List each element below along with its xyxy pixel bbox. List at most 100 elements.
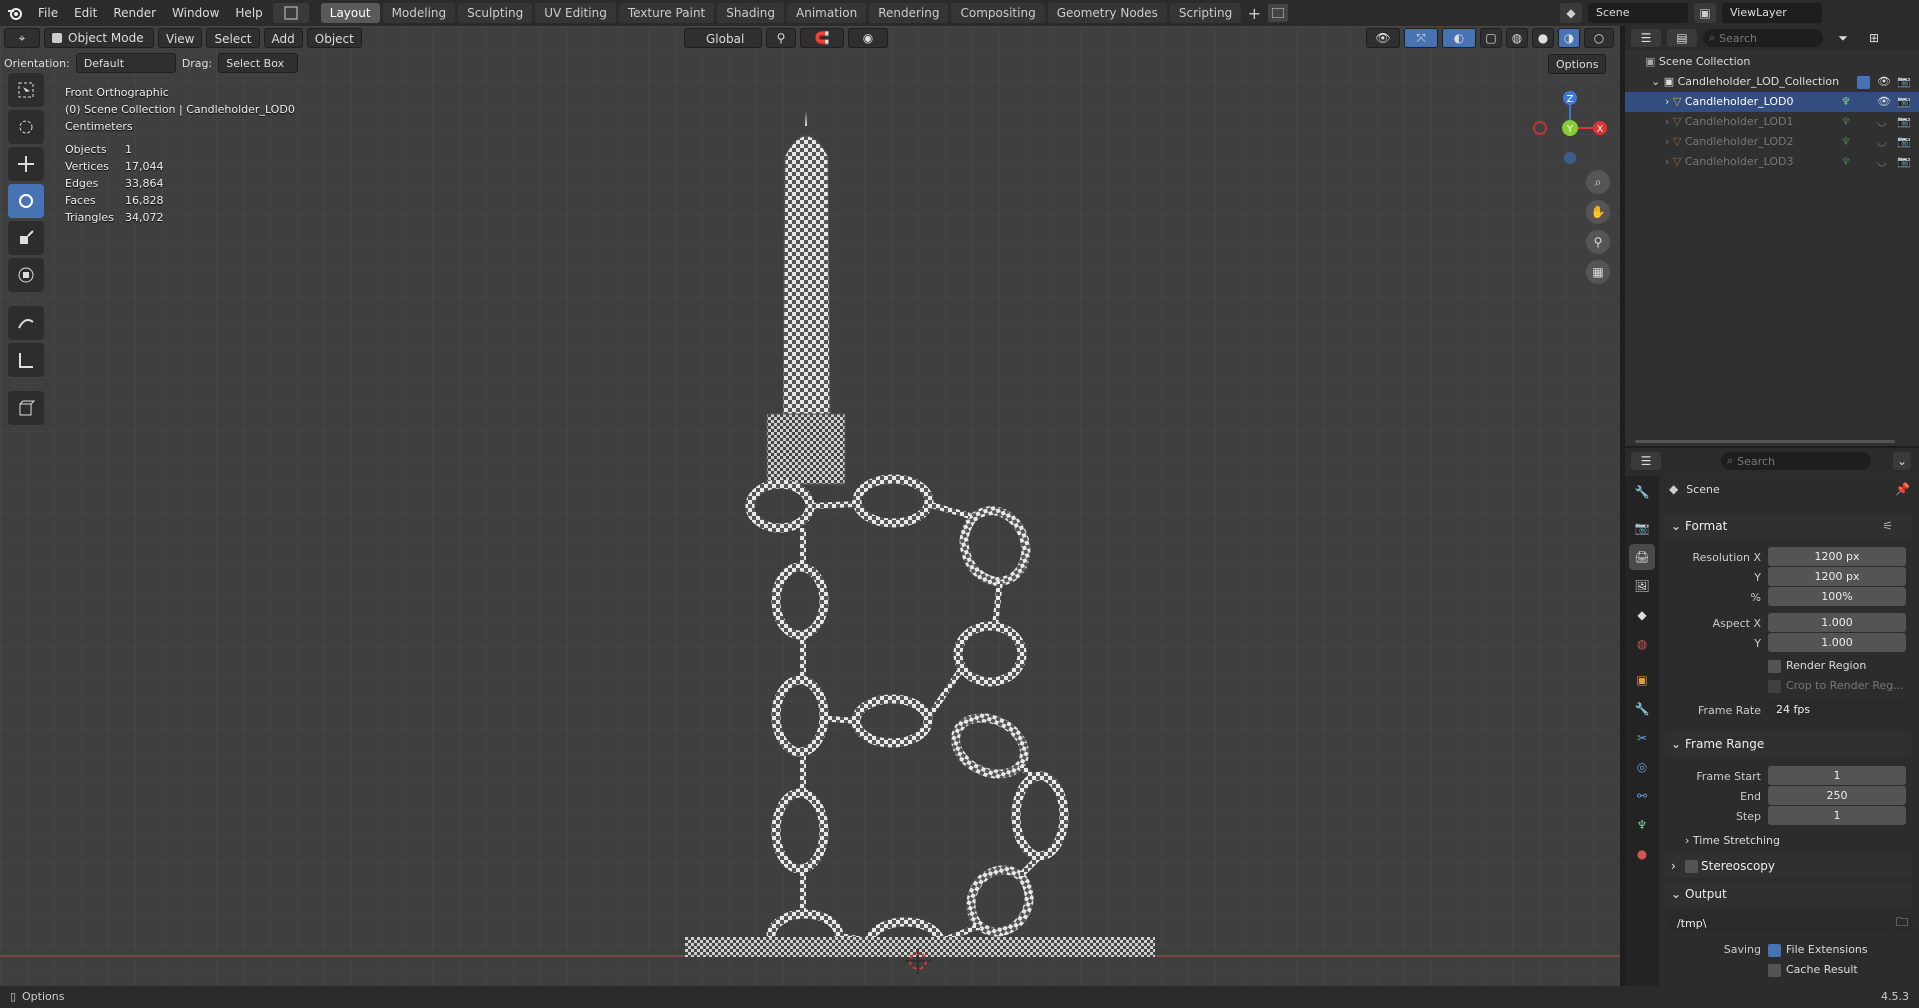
tab-rendering[interactable]: Rendering	[869, 3, 949, 23]
scene-icon[interactable]: ◆	[1560, 3, 1582, 23]
cursor-tool[interactable]	[8, 110, 44, 144]
pin-icon[interactable]: 📌	[1895, 482, 1910, 496]
material-shading-icon[interactable]: ◑	[1558, 28, 1580, 48]
select-box-tool[interactable]	[8, 73, 44, 107]
frame-step-field[interactable]: 1	[1768, 806, 1906, 825]
editor-type-icon[interactable]	[272, 3, 309, 23]
scale-tool[interactable]	[8, 221, 44, 255]
eye-icon[interactable]: 👁	[1877, 92, 1891, 112]
render-tab-icon[interactable]: 📷	[1629, 515, 1655, 541]
outliner-editor-icon[interactable]: ☰	[1631, 29, 1661, 47]
view-menu[interactable]: View	[158, 28, 203, 48]
eye-icon[interactable]: 👁	[1877, 72, 1891, 92]
resolution-x-field[interactable]: 1200 px	[1768, 547, 1906, 566]
proportional-edit-icon[interactable]: ◉	[848, 28, 888, 48]
outliner-item[interactable]: › ▽ Candleholder_LOD0 ♆ 👁 📷	[1625, 92, 1919, 112]
add-menu[interactable]: Add	[263, 28, 303, 48]
blender-logo-icon[interactable]	[0, 0, 30, 26]
outliner-item[interactable]: › ▽ Candleholder_LOD1 ♆ ◡ 📷	[1625, 112, 1919, 132]
outliner-item[interactable]: › ▽ Candleholder_LOD3 ♆ ◡ 📷	[1625, 152, 1919, 172]
world-tab-icon[interactable]: ◍	[1629, 631, 1655, 657]
object-menu[interactable]: Object	[306, 28, 362, 48]
select-menu[interactable]: Select	[206, 28, 260, 48]
mode-dropdown[interactable]: Object Mode	[44, 28, 154, 48]
filter-icon[interactable]: ⏷	[1829, 29, 1857, 47]
chevron-down-icon[interactable]: ⌄	[1893, 452, 1911, 470]
outliner-collection-row[interactable]: ⌄ ▣ Candleholder_LOD_Collection 👁 📷	[1625, 72, 1919, 92]
cache-result-checkbox[interactable]	[1768, 964, 1781, 977]
file-extensions-checkbox[interactable]	[1768, 944, 1781, 957]
scene-field[interactable]: Scene	[1588, 3, 1688, 23]
scene-tab-icon[interactable]: ◆	[1629, 602, 1655, 628]
tab-layout[interactable]: Layout	[320, 3, 380, 23]
solid-shading-icon[interactable]: ●	[1532, 28, 1554, 48]
chevron-right-icon[interactable]: ›	[1665, 135, 1673, 148]
chevron-right-icon[interactable]: ›	[1665, 155, 1673, 168]
outliner-scrollbar[interactable]	[1635, 440, 1895, 443]
stereoscopy-checkbox[interactable]	[1685, 860, 1698, 873]
measure-tool[interactable]	[8, 343, 44, 377]
snap-icon[interactable]: 🧲	[800, 28, 844, 48]
output-panel-header[interactable]: ⌄ Output	[1665, 882, 1911, 906]
xray-icon[interactable]: ▢	[1480, 28, 1502, 48]
time-stretching-subpanel[interactable]: › Time Stretching	[1685, 834, 1780, 847]
tab-modeling[interactable]: Modeling	[382, 3, 456, 23]
terminal-icon[interactable]	[1268, 4, 1289, 22]
viewlayer-field[interactable]: ViewLayer	[1722, 3, 1822, 23]
camera-icon[interactable]: 📷	[1897, 152, 1911, 172]
tab-compositing[interactable]: Compositing	[951, 3, 1045, 23]
menu-window[interactable]: Window	[164, 0, 227, 26]
status-options[interactable]: Options	[22, 990, 64, 1003]
zoom-icon[interactable]: ⌕	[1586, 170, 1610, 194]
pan-hand-icon[interactable]: ✋	[1586, 200, 1610, 224]
perspective-toggle-icon[interactable]: ▦	[1586, 260, 1610, 284]
aspect-y-field[interactable]: 1.000	[1768, 633, 1906, 652]
visibility-icon[interactable]: 👁	[1366, 28, 1400, 48]
outliner-scene-collection[interactable]: ▣ Scene Collection	[1625, 52, 1919, 72]
eye-hidden-icon[interactable]: ◡	[1877, 132, 1887, 152]
aspect-x-field[interactable]: 1.000	[1768, 613, 1906, 632]
editor-type-3d-icon[interactable]: ⌖	[4, 28, 40, 48]
gizmo-toggle-icon[interactable]: ⤧	[1404, 28, 1438, 48]
view-layer-tab-icon[interactable]: 🖼	[1629, 573, 1655, 599]
display-mode-icon[interactable]: ▤	[1667, 29, 1697, 47]
frame-end-field[interactable]: 250	[1768, 786, 1906, 805]
add-cube-tool[interactable]	[8, 391, 44, 425]
camera-icon[interactable]: 📷	[1897, 72, 1911, 92]
resolution-percent-field[interactable]: 100%	[1768, 587, 1906, 606]
eye-hidden-icon[interactable]: ◡	[1877, 152, 1887, 172]
tool-tab-icon[interactable]: 🔧	[1629, 479, 1655, 505]
overlays-icon[interactable]: ◐	[1442, 28, 1476, 48]
outliner-search-input[interactable]: ⌕ Search	[1703, 29, 1823, 47]
camera-icon[interactable]: 📷	[1897, 132, 1911, 152]
tab-scripting[interactable]: Scripting	[1169, 3, 1242, 23]
navigation-gizmo[interactable]: Z Y X	[1525, 82, 1615, 182]
output-path-field[interactable]: /tmp\	[1669, 914, 1889, 933]
format-panel-header[interactable]: ⌄ Format ⚟	[1665, 514, 1911, 538]
3d-cursor-icon[interactable]	[905, 948, 931, 974]
wireframe-shading-icon[interactable]: ◍	[1506, 28, 1528, 48]
render-region-checkbox[interactable]	[1768, 660, 1781, 673]
crop-checkbox[interactable]	[1768, 680, 1781, 693]
physics-tab-icon[interactable]: ◎	[1629, 754, 1655, 780]
output-tab-icon[interactable]: 🖨	[1629, 544, 1655, 570]
annotate-tool[interactable]	[8, 306, 44, 340]
tab-shading[interactable]: Shading	[717, 3, 784, 23]
pivot-icon[interactable]: ⚲	[766, 28, 796, 48]
menu-file[interactable]: File	[30, 0, 66, 26]
candleholder-model[interactable]	[660, 96, 1100, 956]
rendered-shading-icon[interactable]: ○	[1584, 28, 1614, 48]
data-tab-icon[interactable]: ♆	[1629, 812, 1655, 838]
chevron-right-icon[interactable]: ›	[1665, 115, 1673, 128]
resolution-y-field[interactable]: 1200 px	[1768, 567, 1906, 586]
outliner-item[interactable]: › ▽ Candleholder_LOD2 ♆ ◡ 📷	[1625, 132, 1919, 152]
collection-checkbox[interactable]	[1857, 76, 1870, 89]
3d-viewport[interactable]: ⌖ Object Mode View Select Add Object Glo…	[0, 26, 1620, 986]
material-tab-icon[interactable]: ●	[1629, 841, 1655, 867]
camera-view-icon[interactable]: ⚲	[1586, 230, 1610, 254]
drag-dropdown[interactable]: Select Box	[218, 53, 299, 73]
frame-rate-dropdown[interactable]: 24 fps	[1768, 700, 1906, 719]
tab-uv-editing[interactable]: UV Editing	[535, 3, 616, 23]
transform-orientation-dropdown[interactable]: Global	[684, 28, 762, 48]
particles-tab-icon[interactable]: ✂	[1629, 725, 1655, 751]
